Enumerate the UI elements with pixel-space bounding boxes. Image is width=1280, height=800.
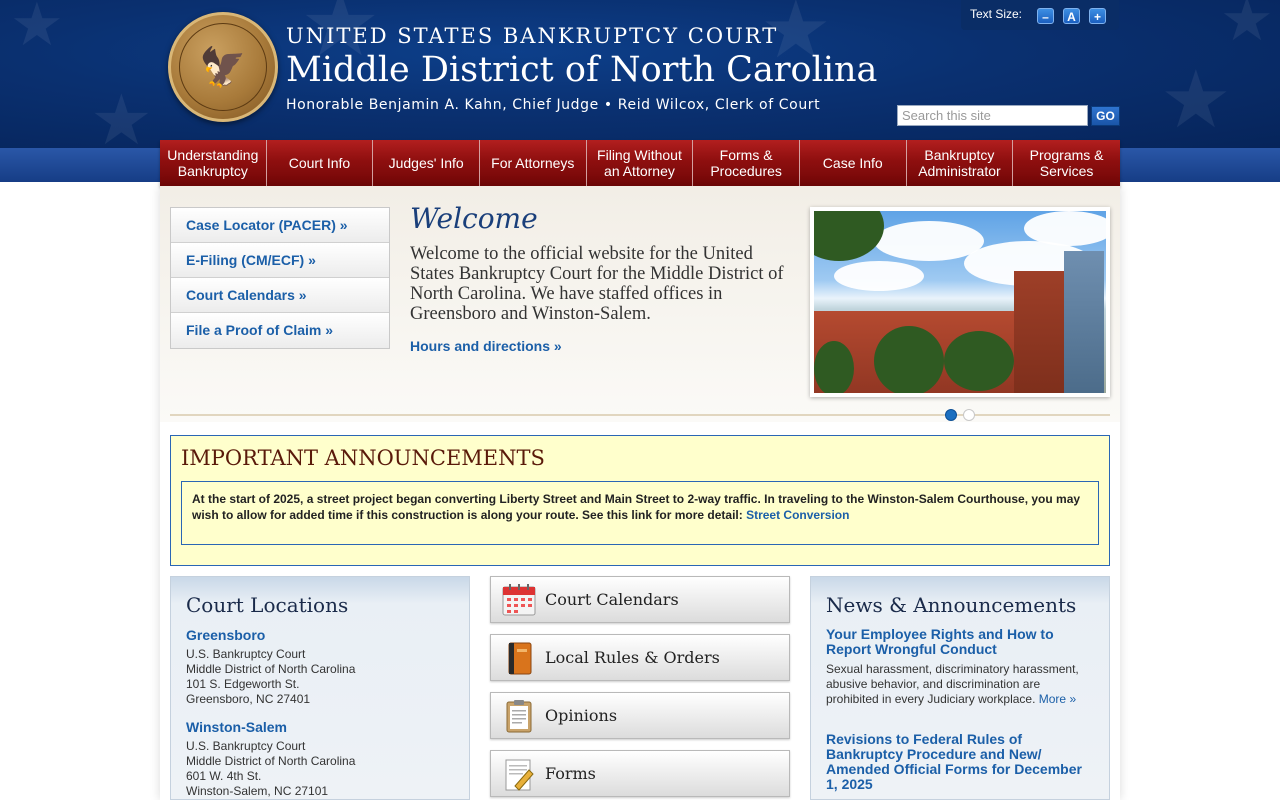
quick-link-efiling[interactable]: E-Filing (CM/ECF) » xyxy=(171,243,389,278)
announcement-text: At the start of 2025, a street project b… xyxy=(192,492,1081,522)
court-locations-panel: Court Locations Greensboro U.S. Bankrupt… xyxy=(170,576,470,800)
welcome-title: Welcome xyxy=(410,202,538,235)
news-item-text: Sexual harassment, discriminatory harass… xyxy=(826,662,1096,707)
quick-link-pacer[interactable]: Case Locator (PACER) » xyxy=(171,208,389,243)
text-size-increase-button[interactable]: + xyxy=(1089,8,1106,24)
search-input[interactable] xyxy=(897,105,1088,126)
background-star: ★ xyxy=(90,79,153,148)
hours-directions-link[interactable]: Hours and directions » xyxy=(410,338,562,354)
news-more-link[interactable]: More » xyxy=(1039,692,1076,706)
background-star: ★ xyxy=(1160,53,1232,146)
court-locations-title: Court Locations xyxy=(186,593,349,617)
main-content: Case Locator (PACER) » E-Filing (CM/ECF)… xyxy=(160,186,1120,800)
tile-court-calendars[interactable]: Court Calendars xyxy=(490,576,790,623)
nav-forms-procedures[interactable]: Forms & Procedures xyxy=(693,140,800,186)
text-size-reset-button[interactable]: A xyxy=(1063,8,1080,24)
news-item-title[interactable]: Your Employee Rights and How to Report W… xyxy=(826,627,1096,657)
important-announcements: IMPORTANT ANNOUNCEMENTS At the start of … xyxy=(170,435,1110,566)
location-line: U.S. Bankruptcy Court xyxy=(186,739,306,753)
text-size-controls: Text Size: – A + xyxy=(961,0,1119,30)
court-name-line1: UNITED STATES BANKRUPTCY COURT xyxy=(286,24,779,48)
site-header: ★ ★ ★ ★ ★ ★ 🦅 UNITED STATES BANKRUPTCY C… xyxy=(0,0,1280,148)
news-title: News & Announcements xyxy=(826,593,1077,617)
quick-links: Case Locator (PACER) » E-Filing (CM/ECF)… xyxy=(170,207,390,349)
court-seal-icon: 🦅 xyxy=(168,12,278,122)
clipboard-icon xyxy=(506,700,532,733)
tile-label: Local Rules & Orders xyxy=(545,648,720,667)
location-line: U.S. Bankruptcy Court xyxy=(186,647,306,661)
calendar-icon xyxy=(502,584,536,616)
street-conversion-link[interactable]: Street Conversion xyxy=(746,508,849,522)
court-name-main: Middle District of North Carolina xyxy=(286,50,878,90)
location-line: 601 W. 4th St. xyxy=(186,769,262,783)
slider-dot-2[interactable] xyxy=(963,409,975,421)
welcome-text: Welcome to the official website for the … xyxy=(410,244,784,324)
tile-label: Forms xyxy=(545,764,596,783)
tile-label: Court Calendars xyxy=(545,590,679,609)
announcement-box: At the start of 2025, a street project b… xyxy=(181,481,1099,545)
nav-understanding-bankruptcy[interactable]: Understanding Bankruptcy xyxy=(160,140,267,186)
tile-local-rules[interactable]: Local Rules & Orders xyxy=(490,634,790,681)
main-nav: Understanding Bankruptcy Court Info Judg… xyxy=(160,140,1120,186)
form-pencil-icon xyxy=(505,759,534,791)
nav-for-attorneys[interactable]: For Attorneys xyxy=(480,140,587,186)
tile-opinions[interactable]: Opinions xyxy=(490,692,790,739)
location-line: Middle District of North Carolina xyxy=(186,662,356,676)
announcements-title: IMPORTANT ANNOUNCEMENTS xyxy=(181,446,545,470)
quick-link-proof-of-claim[interactable]: File a Proof of Claim » xyxy=(171,313,389,348)
background-star: ★ xyxy=(10,0,64,60)
location-line: Greensboro, NC 27401 xyxy=(186,692,311,706)
location-winston-salem-link[interactable]: Winston-Salem xyxy=(186,719,287,735)
nav-bankruptcy-administrator[interactable]: Bankruptcy Administrator xyxy=(907,140,1014,186)
text-size-label: Text Size: xyxy=(970,7,1023,21)
tile-forms[interactable]: Forms xyxy=(490,750,790,797)
nav-filing-without-attorney[interactable]: Filing Without an Attorney xyxy=(587,140,694,186)
nav-case-info[interactable]: Case Info xyxy=(800,140,907,186)
location-line: Winston-Salem, NC 27101 xyxy=(186,784,329,798)
book-icon xyxy=(508,642,532,675)
courthouse-photo xyxy=(810,207,1110,397)
location-line: 101 S. Edgeworth St. xyxy=(186,677,300,691)
nav-programs-services[interactable]: Programs & Services xyxy=(1013,140,1120,186)
court-officials: Honorable Benjamin A. Kahn, Chief Judge … xyxy=(286,97,821,113)
news-item-title[interactable]: Revisions to Federal Rules of Bankruptcy… xyxy=(826,732,1096,792)
nav-judges-info[interactable]: Judges' Info xyxy=(373,140,480,186)
location-greensboro-link[interactable]: Greensboro xyxy=(186,627,265,643)
search-go-button[interactable]: GO xyxy=(1091,106,1120,126)
quick-link-court-calendars[interactable]: Court Calendars » xyxy=(171,278,389,313)
news-panel: News & Announcements Your Employee Right… xyxy=(810,576,1110,800)
tile-label: Opinions xyxy=(545,706,618,725)
nav-court-info[interactable]: Court Info xyxy=(267,140,374,186)
slider-dot-1[interactable] xyxy=(945,409,957,421)
text-size-decrease-button[interactable]: – xyxy=(1037,8,1054,24)
location-line: Middle District of North Carolina xyxy=(186,754,356,768)
background-star: ★ xyxy=(1220,0,1274,55)
